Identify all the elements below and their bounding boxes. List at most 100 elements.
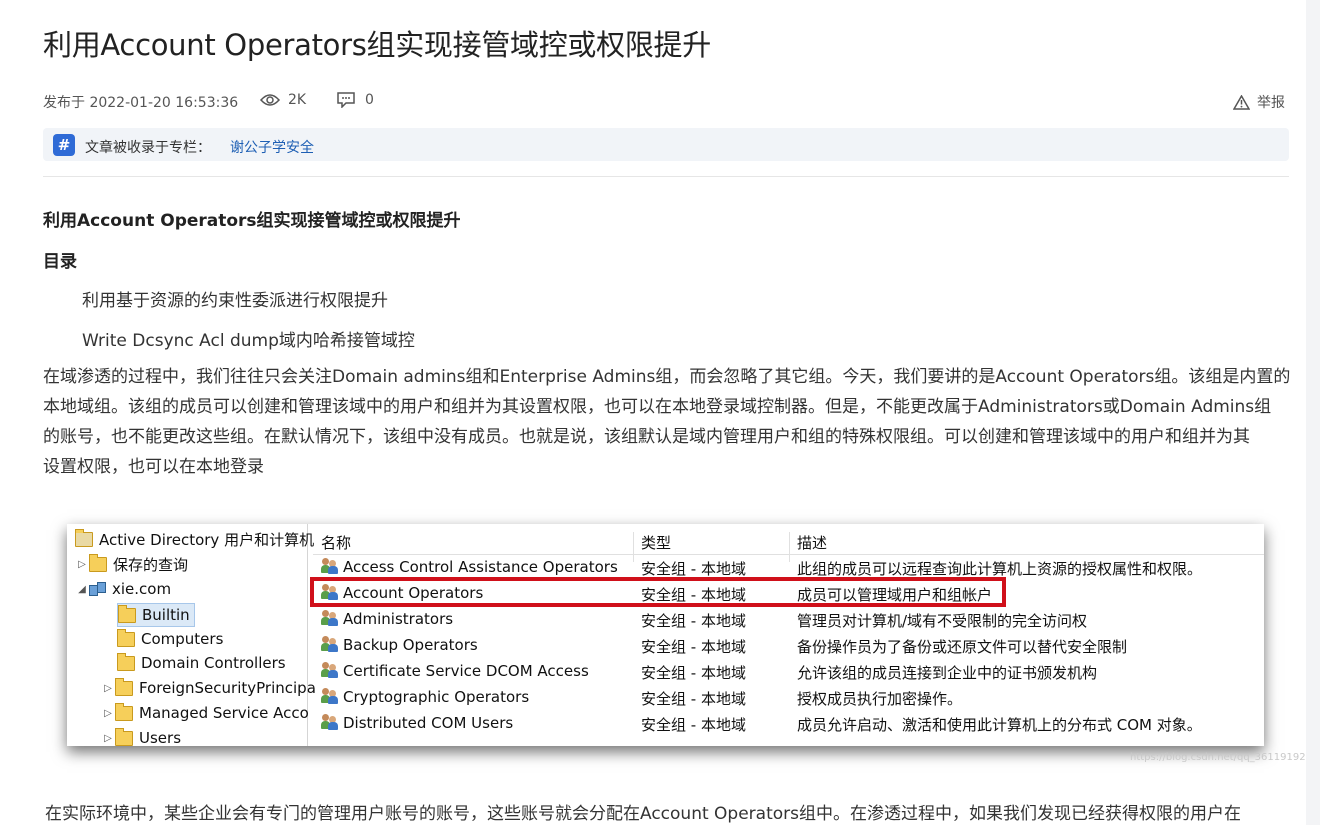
expand-arrow-icon: ▷ (78, 558, 86, 570)
tree-root-label: Active Directory 用户和计算机 (99, 530, 315, 549)
group-name: Cryptographic Operators (343, 688, 530, 706)
paragraph-line: 本地域组。该组的成员可以创建和管理该域中的用户和组并为其设置权限，也可以在本地登… (43, 397, 1272, 417)
group-row[interactable]: Backup Operators 安全组 - 本地域 备份操作员为了备份或还原文件可… (313, 632, 1264, 658)
group-users-icon (321, 610, 339, 626)
tree-node-label: Users (139, 729, 182, 746)
publish-date: 发布于 2022-01-20 16:53:36 (43, 95, 239, 111)
column-header-description: 描述 (797, 534, 828, 552)
group-type: 安全组 - 本地域 (641, 664, 746, 682)
folder-icon (115, 702, 133, 721)
folder-icon (118, 604, 136, 623)
paragraph-line: 设置权限，也可以在本地登录 (43, 457, 264, 477)
folder-icon (117, 652, 135, 671)
column-link[interactable]: 谢公子学安全 (230, 137, 314, 157)
group-row[interactable]: Certificate Service DCOM Access 安全组 - 本地域… (313, 658, 1264, 684)
group-name-cell: Access Control Assistance Operators (321, 558, 618, 576)
column-label: 文章被收录于专栏： (85, 140, 211, 156)
group-type: 安全组 - 本地域 (641, 638, 746, 656)
group-description: 管理员对计算机/域有不受限制的完全访问权 (797, 612, 1088, 630)
tree-node-label: xie.com (112, 580, 172, 598)
group-type: 安全组 - 本地域 (641, 612, 746, 630)
expand-arrow-icon: ▷ (104, 707, 112, 719)
tree-root: Active Directory 用户和计算机 (75, 528, 314, 550)
group-users-icon (321, 636, 339, 652)
folder-icon (115, 677, 133, 696)
tree-node-managed-service: ▷ Managed Service Acco (101, 702, 309, 724)
divider (43, 176, 1289, 177)
column-hash-icon: # (53, 134, 75, 156)
column-header-type: 类型 (641, 534, 672, 552)
views-counter: 2K (260, 92, 306, 108)
collapse-arrow-icon: ◢ (78, 583, 86, 595)
paragraph-line: 的账号，也不能更改这些组。在默认情况下，该组中没有成员。也就是说，该组默认是域内… (43, 427, 1250, 447)
folder-icon (89, 553, 107, 572)
toc-item[interactable]: Write Dcsync Acl dump域内哈希接管域控 (82, 326, 415, 351)
group-row[interactable]: Administrators 安全组 - 本地域 管理员对计算机/域有不受限制的完全… (313, 606, 1264, 632)
group-name: Certificate Service DCOM Access (343, 662, 589, 680)
tree-node-label: Computers (141, 630, 224, 648)
group-name-cell: Distributed COM Users (321, 714, 513, 732)
comments-counter[interactable]: 0 (337, 92, 374, 108)
tree-node-saved-queries: ▷ 保存的查询 (75, 553, 188, 575)
views-count: 2K (288, 92, 307, 108)
paragraph-line: 在域渗透的过程中，我们往往只会关注Domain admins组和Enterpri… (43, 367, 1291, 387)
tree-node-label: Managed Service Acco (139, 704, 309, 722)
highlight-box (310, 577, 1006, 607)
toc-item[interactable]: 利用基于资源的约束性委派进行权限提升 (82, 286, 388, 311)
ad-list-pane: 名称 类型 描述 Access Control Assistance Opera… (313, 524, 1264, 746)
article-meta: 发布于 2022-01-20 16:53:36 2K 0 举报 (43, 92, 1289, 112)
folder-icon (117, 628, 135, 647)
expand-arrow-icon: ▷ (104, 732, 112, 744)
article-title: 利用Account Operators组实现接管域控或权限提升 (43, 28, 711, 62)
group-name: Distributed COM Users (343, 714, 514, 732)
group-name: Access Control Assistance Operators (343, 558, 618, 576)
group-description: 允许该组的成员连接到企业中的证书颁发机构 (797, 664, 1098, 682)
tree-node-label: 保存的查询 (113, 555, 189, 574)
intro-paragraph: 在域渗透的过程中，我们往往只会关注Domain admins组和Enterpri… (43, 362, 1291, 482)
column-header-name: 名称 (321, 534, 352, 552)
tree-node-builtin: Builtin (117, 603, 195, 627)
tree-node-domain: ◢ xie.com (75, 578, 171, 600)
column-banner: # 文章被收录于专栏： 谢公子学安全 (43, 128, 1289, 161)
warning-icon (1233, 94, 1250, 110)
toc-title: 目录 (43, 252, 77, 272)
group-name-cell: Certificate Service DCOM Access (321, 662, 589, 680)
expand-arrow-icon: ▷ (104, 682, 112, 694)
group-row[interactable]: Cryptographic Operators 安全组 - 本地域 授权成员执行加密… (313, 684, 1264, 710)
group-description: 授权成员执行加密操作。 (797, 690, 963, 708)
tree-node-domain-controllers: Domain Controllers (117, 652, 286, 674)
group-users-icon (321, 714, 339, 730)
report-button[interactable]: 举报 (1233, 92, 1285, 112)
group-name: Administrators (343, 610, 454, 628)
article-heading: 利用Account Operators组实现接管域控或权限提升 (43, 211, 461, 231)
group-users-icon (321, 688, 339, 704)
tree-node-foreign: ▷ ForeignSecurityPrincipa (101, 677, 316, 699)
page-scrollbar-track[interactable] (1306, 0, 1320, 825)
watermark: https://blog.csdn.net/qq_36119192 (1130, 752, 1306, 763)
ad-screenshot-figure: Active Directory 用户和计算机 ▷ 保存的查询 ◢ xie.co… (67, 524, 1264, 746)
tree-node-label: Builtin (142, 606, 190, 624)
group-name: Backup Operators (343, 636, 478, 654)
ad-tree-pane: Active Directory 用户和计算机 ▷ 保存的查询 ◢ xie.co… (67, 524, 316, 746)
group-name-cell: Cryptographic Operators (321, 688, 529, 706)
tree-node-label: Domain Controllers (141, 654, 286, 672)
tree-node-users: ▷ Users (101, 727, 181, 746)
group-users-icon (321, 558, 339, 574)
domain-icon (89, 582, 107, 596)
group-type: 安全组 - 本地域 (641, 560, 746, 578)
report-label: 举报 (1257, 95, 1285, 111)
comments-count: 0 (365, 92, 374, 108)
eye-icon (260, 93, 280, 107)
tree-node-label: ForeignSecurityPrincipa (139, 679, 316, 697)
group-type: 安全组 - 本地域 (641, 690, 746, 708)
group-name-cell: Administrators (321, 610, 453, 628)
group-description: 此组的成员可以远程查询此计算机上资源的授权属性和权限。 (797, 560, 1203, 578)
group-row[interactable]: Distributed COM Users 安全组 - 本地域 成员允许启动、激活和… (313, 710, 1264, 736)
ad-root-icon (75, 528, 93, 547)
tree-node-computers: Computers (117, 628, 223, 650)
group-users-icon (321, 662, 339, 678)
group-name-cell: Backup Operators (321, 636, 478, 654)
folder-icon (115, 727, 133, 746)
group-description: 备份操作员为了备份或还原文件可以替代安全限制 (797, 638, 1128, 656)
group-description: 成员允许启动、激活和使用此计算机上的分布式 COM 对象。 (797, 716, 1202, 734)
